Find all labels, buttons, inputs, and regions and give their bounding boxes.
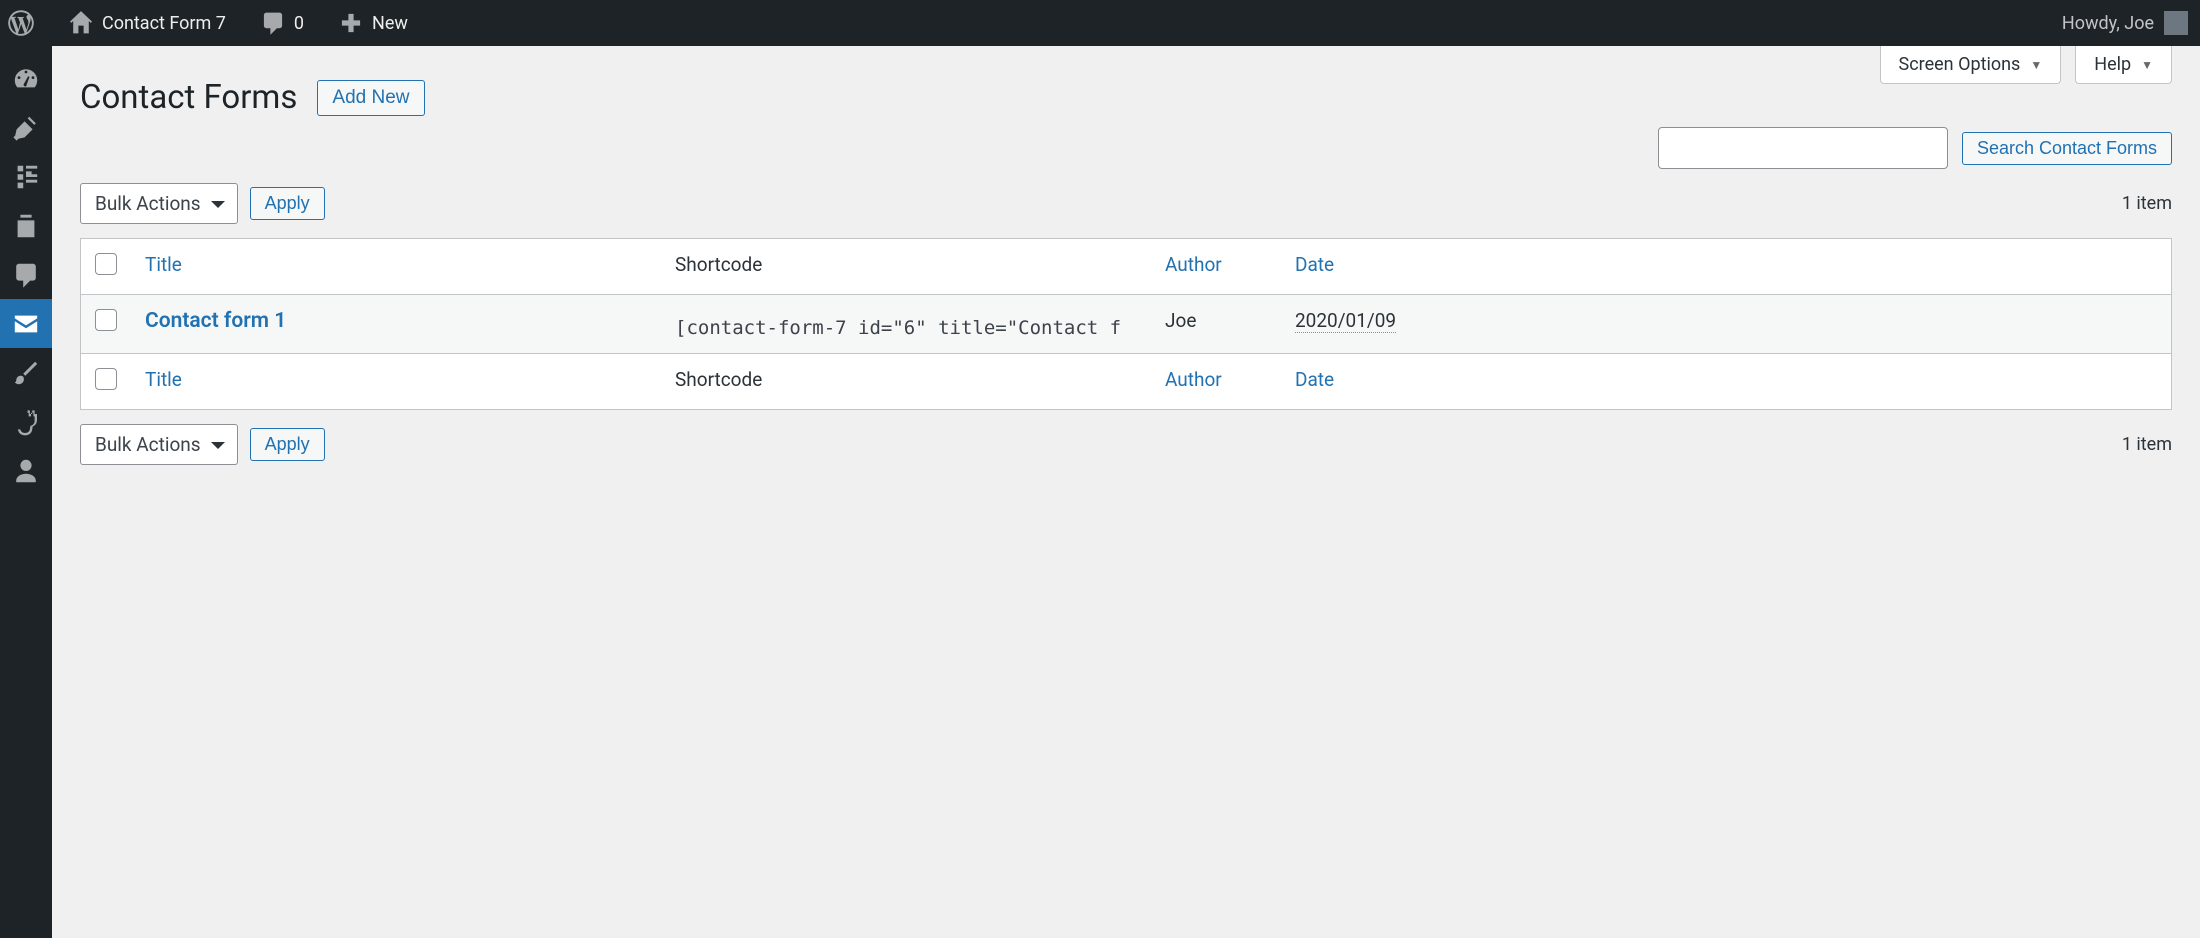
sidebar-item-comments[interactable] — [0, 250, 52, 299]
user-icon — [12, 457, 40, 485]
select-all-checkbox[interactable] — [95, 253, 117, 275]
bulk-actions-bottom: Bulk Actions Apply 1 item — [80, 424, 2172, 465]
table-row: Contact form 1 [contact-form-7 id="6" ti… — [81, 295, 2171, 353]
media-icon — [12, 163, 40, 191]
forms-table: Title Shortcode Author Date Contact form… — [80, 238, 2172, 410]
help-label: Help — [2094, 54, 2131, 75]
bulk-actions-select[interactable]: Bulk Actions — [80, 183, 238, 224]
pin-icon — [12, 114, 40, 142]
howdy-label: Howdy, Joe — [2062, 13, 2154, 34]
pages-icon — [12, 212, 40, 240]
content-area: Screen Options ▼ Help ▼ Contact Forms Ad… — [52, 46, 2200, 493]
page-title: Contact Forms — [80, 78, 297, 117]
col-title[interactable]: Title — [131, 353, 661, 409]
item-count: 1 item — [2122, 434, 2172, 455]
form-title-link[interactable]: Contact form 1 — [145, 309, 286, 333]
site-name-label: Contact Form 7 — [102, 13, 226, 34]
brush-icon — [12, 359, 40, 387]
shortcode-text[interactable]: [contact-form-7 id="6" title="Contact f — [675, 309, 1137, 339]
comment-count: 0 — [294, 13, 304, 34]
screen-options-tab[interactable]: Screen Options ▼ — [1880, 46, 2062, 84]
sidebar-item-media[interactable] — [0, 152, 52, 201]
select-all-checkbox-bottom[interactable] — [95, 368, 117, 390]
col-date[interactable]: Date — [1281, 239, 2171, 295]
author-cell: Joe — [1165, 309, 1196, 332]
dashboard-icon — [12, 65, 40, 93]
col-author[interactable]: Author — [1151, 353, 1281, 409]
new-label: New — [372, 13, 408, 34]
sidebar-item-plugins[interactable] — [0, 397, 52, 446]
home-icon — [68, 10, 94, 36]
row-checkbox[interactable] — [95, 309, 117, 331]
search-row: Search Contact Forms — [80, 127, 2172, 169]
page-header: Contact Forms Add New — [80, 46, 2172, 117]
search-button[interactable]: Search Contact Forms — [1962, 132, 2172, 165]
col-shortcode: Shortcode — [661, 353, 1151, 409]
sidebar-item-users[interactable] — [0, 446, 52, 495]
plus-icon — [338, 10, 364, 36]
sidebar-item-dashboard[interactable] — [0, 54, 52, 103]
wp-logo-button[interactable] — [0, 0, 42, 46]
add-new-button[interactable]: Add New — [317, 80, 424, 116]
item-count: 1 item — [2122, 193, 2172, 214]
mail-icon — [12, 310, 40, 338]
caret-down-icon: ▼ — [2141, 58, 2153, 72]
sidebar-item-posts[interactable] — [0, 103, 52, 152]
admin-bar-right[interactable]: Howdy, Joe — [2062, 11, 2188, 35]
apply-button[interactable]: Apply — [250, 428, 325, 461]
caret-down-icon: ▼ — [2030, 58, 2042, 72]
bulk-left: Bulk Actions Apply — [80, 183, 325, 224]
apply-button[interactable]: Apply — [250, 187, 325, 220]
bulk-left: Bulk Actions Apply — [80, 424, 325, 465]
col-shortcode: Shortcode — [661, 239, 1151, 295]
bulk-actions-top: Bulk Actions Apply 1 item — [80, 183, 2172, 224]
admin-bar: Contact Form 7 0 New Howdy, Joe — [0, 0, 2200, 46]
plug-icon — [12, 408, 40, 436]
home-button[interactable]: Contact Form 7 — [60, 0, 234, 46]
screen-options-label: Screen Options — [1899, 54, 2021, 75]
col-date[interactable]: Date — [1281, 353, 2171, 409]
search-input[interactable] — [1658, 127, 1948, 169]
col-title[interactable]: Title — [131, 239, 661, 295]
new-button[interactable]: New — [330, 0, 416, 46]
admin-sidebar — [0, 46, 52, 938]
wordpress-icon — [8, 10, 34, 36]
sidebar-item-contact[interactable] — [0, 299, 52, 348]
help-tab[interactable]: Help ▼ — [2075, 46, 2172, 84]
sidebar-item-appearance[interactable] — [0, 348, 52, 397]
bulk-actions-select[interactable]: Bulk Actions — [80, 424, 238, 465]
top-tabs: Screen Options ▼ Help ▼ — [1880, 46, 2172, 84]
admin-bar-left: Contact Form 7 0 New — [0, 0, 416, 46]
comment-icon — [260, 10, 286, 36]
avatar — [2164, 11, 2188, 35]
date-cell: 2020/01/09 — [1295, 309, 1396, 333]
comments-button[interactable]: 0 — [252, 0, 312, 46]
col-author[interactable]: Author — [1151, 239, 1281, 295]
sidebar-item-pages[interactable] — [0, 201, 52, 250]
comments-icon — [12, 261, 40, 289]
